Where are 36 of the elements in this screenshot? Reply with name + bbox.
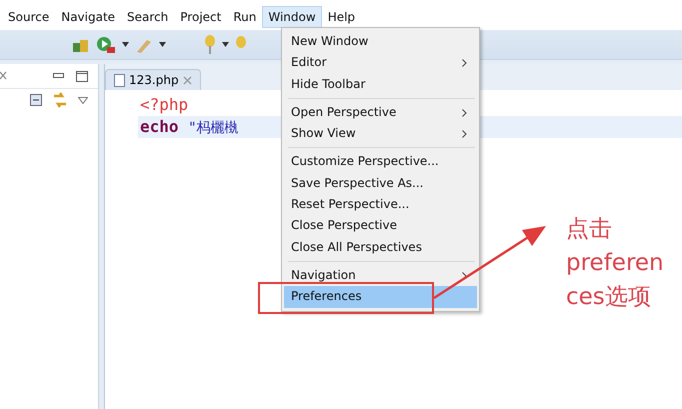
maximize-icon[interactable] xyxy=(76,70,88,82)
menu-option[interactable]: Close Perspective xyxy=(284,215,477,237)
dropdown-icon[interactable] xyxy=(159,42,166,47)
menu-item[interactable]: Run xyxy=(227,6,262,28)
close-icon[interactable] xyxy=(182,76,192,84)
annotation-text: 点击 xyxy=(566,215,613,244)
menu-option[interactable]: Open Perspective xyxy=(284,102,477,124)
editor-tab[interactable]: 123.php xyxy=(105,69,201,90)
minimize-icon[interactable] xyxy=(53,73,64,79)
menu-item[interactable]: Window xyxy=(262,6,322,28)
close-icon[interactable] xyxy=(0,71,8,81)
menu-option[interactable]: Customize Perspective... xyxy=(284,151,477,173)
annotation-text: ces选项 xyxy=(566,283,652,312)
menu-item[interactable]: Help xyxy=(322,6,362,28)
code-text: <?php xyxy=(140,95,188,114)
menu-item[interactable]: Search xyxy=(121,6,174,28)
link-icon[interactable] xyxy=(52,92,68,108)
menu-option[interactable]: Preferences xyxy=(284,286,477,308)
menu-option[interactable]: Save Perspective As... xyxy=(284,172,477,194)
code-keyword: echo xyxy=(140,117,179,136)
menu-item[interactable]: Navigate xyxy=(55,6,122,28)
menu-option[interactable]: Close All Perspectives xyxy=(284,236,477,258)
menu-item[interactable]: Source xyxy=(2,6,56,28)
dropdown-icon[interactable] xyxy=(122,42,129,47)
dropdown-icon[interactable] xyxy=(222,42,229,47)
view-menu-icon[interactable] xyxy=(78,96,88,104)
annotation-text: preferen xyxy=(566,249,664,278)
menu-option[interactable]: Show View xyxy=(284,123,477,144)
run-icon[interactable] xyxy=(96,36,116,54)
menu-item[interactable]: Project xyxy=(174,6,228,28)
menu-option[interactable]: Hide Toolbar xyxy=(284,74,477,95)
collapse-icon[interactable] xyxy=(30,94,42,106)
menu-option[interactable]: Navigation xyxy=(284,264,477,286)
menu-option[interactable]: Editor xyxy=(284,52,477,74)
code-string: "杩欐槸 xyxy=(188,120,239,136)
menu-option[interactable]: Reset Perspective... xyxy=(284,194,477,216)
